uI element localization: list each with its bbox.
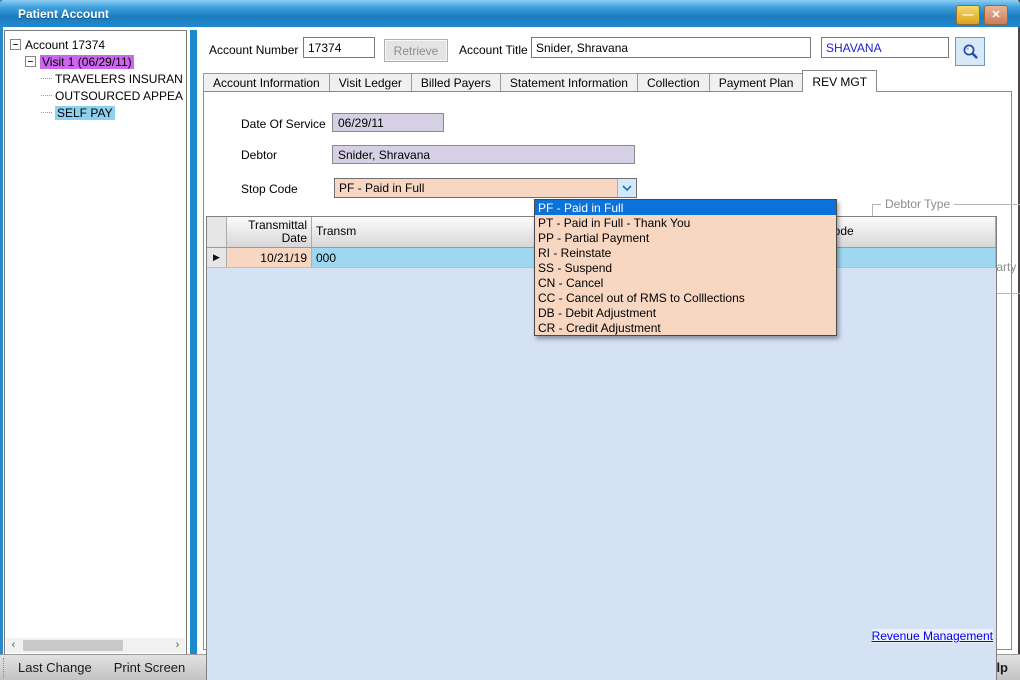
- dropdown-option[interactable]: CC - Cancel out of RMS to Colllections: [535, 290, 836, 305]
- debtor-label: Debtor: [241, 148, 277, 162]
- account-number-label: Account Number: [209, 43, 298, 57]
- status-print-screen[interactable]: Print Screen: [114, 660, 186, 675]
- patient-account-window: Patient Account — ✕ Account 17374 Visit …: [0, 0, 1020, 680]
- minimize-button[interactable]: —: [956, 5, 980, 25]
- stop-code-label: Stop Code: [241, 182, 298, 196]
- tree-node-payer[interactable]: TRAVELERS INSURAN: [41, 70, 186, 87]
- retrieve-button[interactable]: Retrieve: [384, 39, 448, 62]
- tree-connector: [41, 78, 52, 79]
- scroll-right-icon[interactable]: ›: [170, 638, 185, 653]
- tab-statement-information[interactable]: Statement Information: [500, 73, 638, 92]
- current-row-icon: ▶: [213, 252, 220, 263]
- dropdown-option[interactable]: CN - Cancel: [535, 275, 836, 290]
- rev-mgt-tab-page: Date Of Service 06/29/11 Debtor Snider, …: [203, 91, 1012, 650]
- tree-connector: [41, 112, 52, 113]
- debtor-field: Snider, Shravana: [332, 145, 635, 164]
- tree-node-account[interactable]: Account 17374: [10, 36, 186, 53]
- account-title-label: Account Title: [459, 43, 528, 57]
- account-tree-panel: Account 17374 Visit 1 (06/29/11) TRAVELE…: [4, 30, 187, 655]
- close-icon: ✕: [991, 10, 1000, 21]
- collapse-icon[interactable]: [10, 39, 21, 50]
- dropdown-option[interactable]: PT - Paid in Full - Thank You: [535, 215, 836, 230]
- tab-strip: Account Information Visit Ledger Billed …: [203, 71, 876, 92]
- tree-node-payer[interactable]: OUTSOURCED APPEA: [41, 87, 186, 104]
- stop-code-combobox[interactable]: PF - Paid in Full: [334, 178, 637, 198]
- tab-visit-ledger[interactable]: Visit Ledger: [329, 73, 412, 92]
- tree-horizontal-scrollbar[interactable]: ‹ ›: [6, 638, 185, 653]
- scrollbar-thumb[interactable]: [23, 640, 123, 651]
- tab-account-information[interactable]: Account Information: [203, 73, 330, 92]
- date-of-service-label: Date Of Service: [241, 117, 326, 131]
- account-number-input[interactable]: [303, 37, 375, 58]
- debtor-type-label: Debtor Type: [881, 197, 954, 211]
- statusbar-grip: [3, 658, 10, 678]
- chevron-down-icon: [622, 185, 632, 191]
- dropdown-option[interactable]: PF - Paid in Full: [535, 200, 836, 215]
- status-last-change[interactable]: Last Change: [18, 660, 92, 675]
- dropdown-option[interactable]: PP - Partial Payment: [535, 230, 836, 245]
- stop-code-value: PF - Paid in Full: [335, 179, 617, 197]
- tab-billed-payers[interactable]: Billed Payers: [411, 73, 501, 92]
- dropdown-option[interactable]: RI - Reinstate: [535, 245, 836, 260]
- account-title-input[interactable]: [531, 37, 811, 58]
- tree-node-payer-label[interactable]: TRAVELERS INSURAN: [55, 72, 183, 86]
- close-button[interactable]: ✕: [984, 5, 1008, 25]
- combo-dropdown-button[interactable]: [617, 179, 636, 197]
- dropdown-option[interactable]: CR - Credit Adjustment: [535, 320, 836, 335]
- dropdown-option[interactable]: DB - Debit Adjustment: [535, 305, 836, 320]
- search-button[interactable]: [955, 37, 985, 66]
- panel-splitter[interactable]: [190, 30, 197, 655]
- row-selector-cell[interactable]: ▶: [207, 248, 227, 268]
- tree-node-payer-label[interactable]: OUTSOURCED APPEA: [55, 89, 183, 103]
- window-title: Patient Account: [18, 7, 109, 21]
- revenue-management-link[interactable]: Revenue Management: [872, 629, 993, 643]
- stop-code-dropdown-list: PF - Paid in Full PT - Paid in Full - Th…: [534, 199, 837, 336]
- dropdown-option[interactable]: SS - Suspend: [535, 260, 836, 275]
- tree-node-payer[interactable]: SELF PAY: [41, 104, 186, 121]
- tree-node-account-label[interactable]: Account 17374: [25, 38, 105, 52]
- cell-transmittal-date[interactable]: 10/21/19: [227, 248, 312, 268]
- search-icon: [962, 43, 979, 60]
- patient-search-input[interactable]: [821, 37, 949, 58]
- scroll-left-icon[interactable]: ‹: [6, 638, 21, 653]
- tree-node-selfpay-label[interactable]: SELF PAY: [55, 106, 115, 120]
- tab-payment-plan[interactable]: Payment Plan: [709, 73, 804, 92]
- title-bar: Patient Account — ✕: [0, 0, 1020, 27]
- tree-node-visit-label[interactable]: Visit 1 (06/29/11): [40, 55, 134, 69]
- date-of-service-field: 06/29/11: [332, 113, 444, 132]
- tree-connector: [41, 95, 52, 96]
- tab-rev-mgt[interactable]: REV MGT: [802, 70, 877, 92]
- tree-node-visit[interactable]: Visit 1 (06/29/11): [25, 53, 186, 70]
- grid-selector-header: [207, 217, 227, 247]
- tab-collection[interactable]: Collection: [637, 73, 710, 92]
- collapse-icon[interactable]: [25, 56, 36, 67]
- col-transmittal-date[interactable]: Transmittal Date: [227, 217, 312, 247]
- minimize-icon: —: [963, 10, 974, 21]
